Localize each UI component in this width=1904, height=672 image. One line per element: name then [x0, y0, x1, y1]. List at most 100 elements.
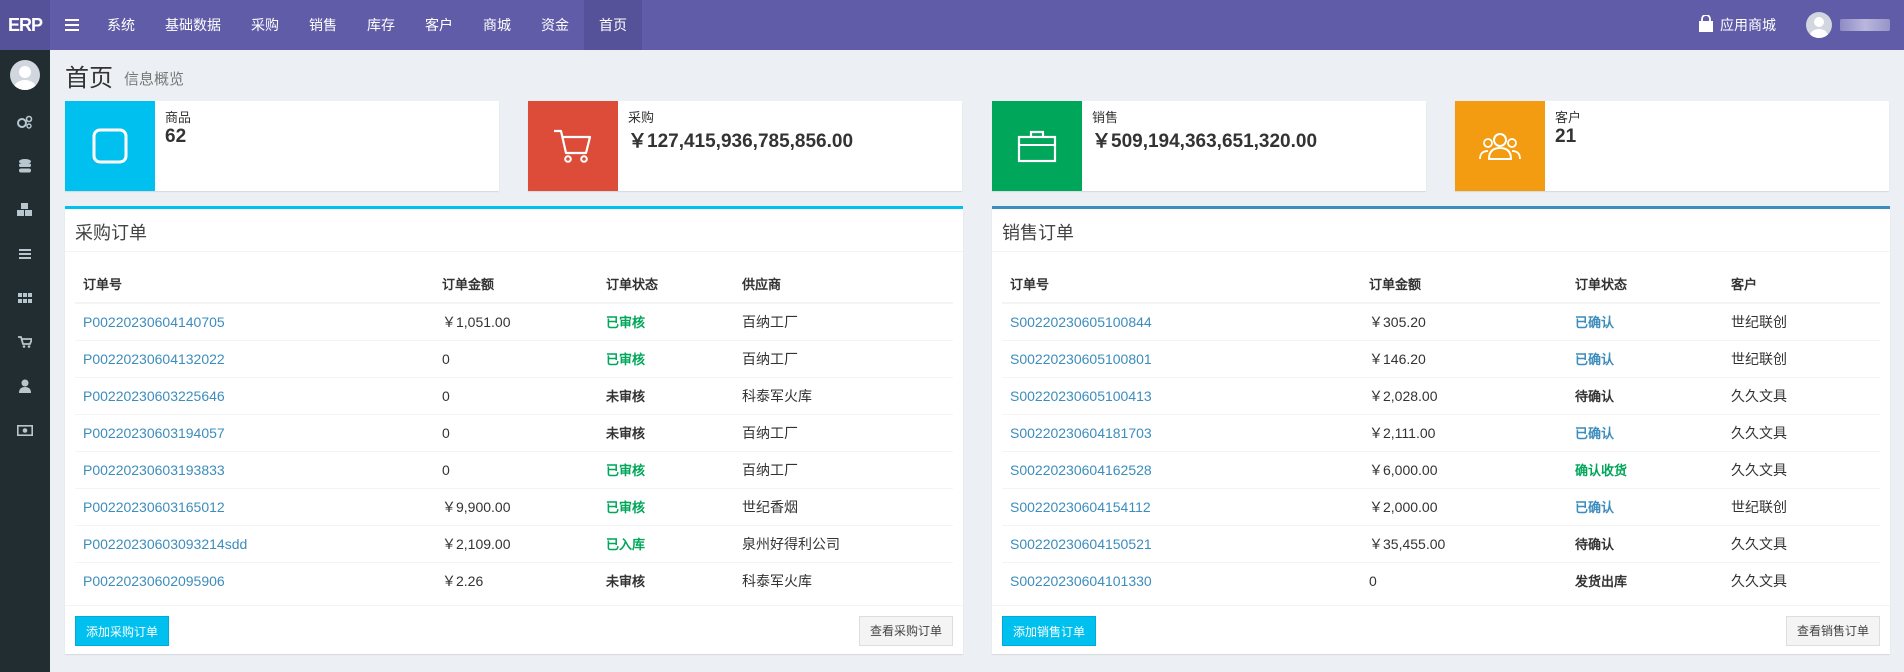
order-party: 久久文具 [1723, 450, 1880, 488]
order-id-link[interactable]: S00220230605100413 [1002, 376, 1361, 414]
order-id-link[interactable]: P00220230603194057 [75, 413, 434, 451]
logo[interactable]: ERP [0, 0, 50, 50]
order-party: 科泰军火库 [734, 376, 953, 414]
order-status: 已审核 [598, 302, 734, 340]
info-box-number: 21 [1555, 126, 1577, 147]
order-amount: ￥146.20 [1361, 339, 1567, 377]
order-id-link[interactable]: S00220230605100801 [1002, 339, 1361, 377]
order-id-link[interactable]: S00220230604150521 [1002, 524, 1361, 562]
cogs-icon[interactable] [0, 107, 50, 137]
order-amount: ￥2,000.00 [1361, 487, 1567, 525]
order-status: 已确认 [1567, 302, 1723, 340]
order-amount: 0 [434, 376, 598, 414]
order-party: 久久文具 [1723, 561, 1880, 599]
order-amount: ￥35,455.00 [1361, 524, 1567, 562]
table-row: P00220230603165012 ￥9,900.00 已审核 世纪香烟 [75, 487, 953, 525]
info-box-number: ￥509,194,363,651,320.00 [1092, 131, 1318, 152]
info-box-label: 采购 [628, 110, 655, 125]
info-box-sales: 销售 ￥509,194,363,651,320.00 [992, 101, 1426, 191]
cart-icon[interactable] [0, 327, 50, 357]
order-id-link[interactable]: P00220230602095906 [75, 561, 434, 599]
info-box-products: 商品 62 [65, 101, 499, 191]
menu-item[interactable]: 系统 [92, 0, 150, 50]
order-id-link[interactable]: S00220230604181703 [1002, 413, 1361, 451]
column-header: 订单金额 [434, 265, 598, 304]
grid-icon[interactable] [0, 283, 50, 313]
menu-item[interactable]: 客户 [410, 0, 468, 50]
table-row: S00220230605100801 ￥146.20 已确认 世纪联创 [1002, 339, 1880, 377]
order-id-link[interactable]: P00220230603193833 [75, 450, 434, 488]
column-header: 订单金额 [1361, 265, 1567, 304]
column-header: 订单状态 [598, 265, 734, 304]
column-header: 订单号 [75, 265, 434, 304]
order-amount: ￥2,109.00 [434, 524, 598, 562]
cubes-icon[interactable] [0, 195, 50, 225]
info-box-label: 客户 [1555, 110, 1582, 125]
column-header: 客户 [1723, 265, 1880, 304]
page-title: 首页 [65, 65, 113, 92]
order-party: 久久文具 [1723, 524, 1880, 562]
order-id-link[interactable]: P00220230603225646 [75, 376, 434, 414]
cart-icon [528, 101, 618, 191]
table-row: S00220230604150521 ￥35,455.00 待确认 久久文具 [1002, 524, 1880, 562]
view-sales-orders-button[interactable]: 查看销售订单 [1785, 616, 1880, 646]
table-row: P00220230604140705 ￥1,051.00 已审核 百纳工厂 [75, 302, 953, 340]
menu-item[interactable]: 商城 [468, 0, 526, 50]
order-id-link[interactable]: P00220230603165012 [75, 487, 434, 525]
table-row: P00220230603093214sdd ￥2,109.00 已入库 泉州好得利公司 [75, 524, 953, 562]
purchase-orders-panel: 采购订单 订单号 订单金额 订单状态 供应商 P0022023060414070… [65, 206, 963, 654]
menu-item[interactable]: 采购 [236, 0, 294, 50]
order-amount: 0 [434, 413, 598, 451]
menu-item[interactable]: 库存 [352, 0, 410, 50]
order-party: 世纪联创 [1723, 302, 1880, 340]
divider [992, 605, 1890, 606]
add-sales-order-button[interactable]: 添加销售订单 [1002, 616, 1097, 646]
order-status: 已入库 [598, 524, 734, 562]
panel-title: 采购订单 [75, 223, 147, 243]
user-menu[interactable] [1806, 12, 1890, 38]
table-row: S00220230604162528 ￥6,000.00 确认收货 久久文具 [1002, 450, 1880, 488]
order-status: 确认收货 [1567, 450, 1723, 488]
order-party: 百纳工厂 [734, 413, 953, 451]
table-row: P00220230602095906 ￥2.26 未审核 科泰军火库 [75, 561, 953, 599]
app-store-label: 应用商城 [1720, 17, 1776, 33]
avatar [1806, 12, 1832, 38]
order-party: 泉州好得利公司 [734, 524, 953, 562]
table-row: S00220230604181703 ￥2,111.00 已确认 久久文具 [1002, 413, 1880, 451]
briefcase-icon [992, 101, 1082, 191]
order-id-link[interactable]: S00220230604101330 [1002, 561, 1361, 599]
top-navbar: ERP 系统 基础数据 采购 销售 库存 客户 商城 资金 首页 应用商城 [0, 0, 1904, 50]
table-row: S00220230605100413 ￥2,028.00 待确认 久久文具 [1002, 376, 1880, 414]
order-id-link[interactable]: S00220230604154112 [1002, 487, 1361, 525]
hamburger-icon[interactable] [58, 0, 86, 50]
order-status: 待确认 [1567, 376, 1723, 414]
view-purchase-orders-button[interactable]: 查看采购订单 [858, 616, 953, 646]
list-icon[interactable] [0, 239, 50, 269]
user-icon[interactable] [0, 371, 50, 401]
order-party: 世纪联创 [1723, 487, 1880, 525]
menu-item[interactable]: 首页 [584, 0, 642, 50]
table-row: S00220230605100844 ￥305.20 已确认 世纪联创 [1002, 302, 1880, 340]
add-purchase-order-button[interactable]: 添加采购订单 [75, 616, 170, 646]
divider [65, 251, 963, 252]
menu-item[interactable]: 资金 [526, 0, 584, 50]
menu-item[interactable]: 销售 [294, 0, 352, 50]
users-icon [1455, 101, 1545, 191]
shopping-bag-icon [1698, 13, 1720, 36]
column-header: 订单号 [1002, 265, 1361, 304]
order-party: 百纳工厂 [734, 450, 953, 488]
order-id-link[interactable]: P00220230604132022 [75, 339, 434, 377]
order-status: 未审核 [598, 376, 734, 414]
panel-title: 销售订单 [1002, 223, 1074, 243]
app-store-button[interactable]: 应用商城 [1698, 13, 1776, 36]
money-icon[interactable] [0, 415, 50, 445]
order-party: 久久文具 [1723, 413, 1880, 451]
order-id-link[interactable]: P00220230604140705 [75, 302, 434, 340]
order-id-link[interactable]: S00220230604162528 [1002, 450, 1361, 488]
order-id-link[interactable]: S00220230605100844 [1002, 302, 1361, 340]
table-row: S00220230604154112 ￥2,000.00 已确认 世纪联创 [1002, 487, 1880, 525]
menu-item[interactable]: 基础数据 [150, 0, 236, 50]
database-icon[interactable] [0, 151, 50, 181]
purchase-orders-table: 订单号 订单金额 订单状态 供应商 P00220230604140705 ￥1,0… [75, 265, 953, 599]
order-id-link[interactable]: P00220230603093214sdd [75, 524, 434, 562]
